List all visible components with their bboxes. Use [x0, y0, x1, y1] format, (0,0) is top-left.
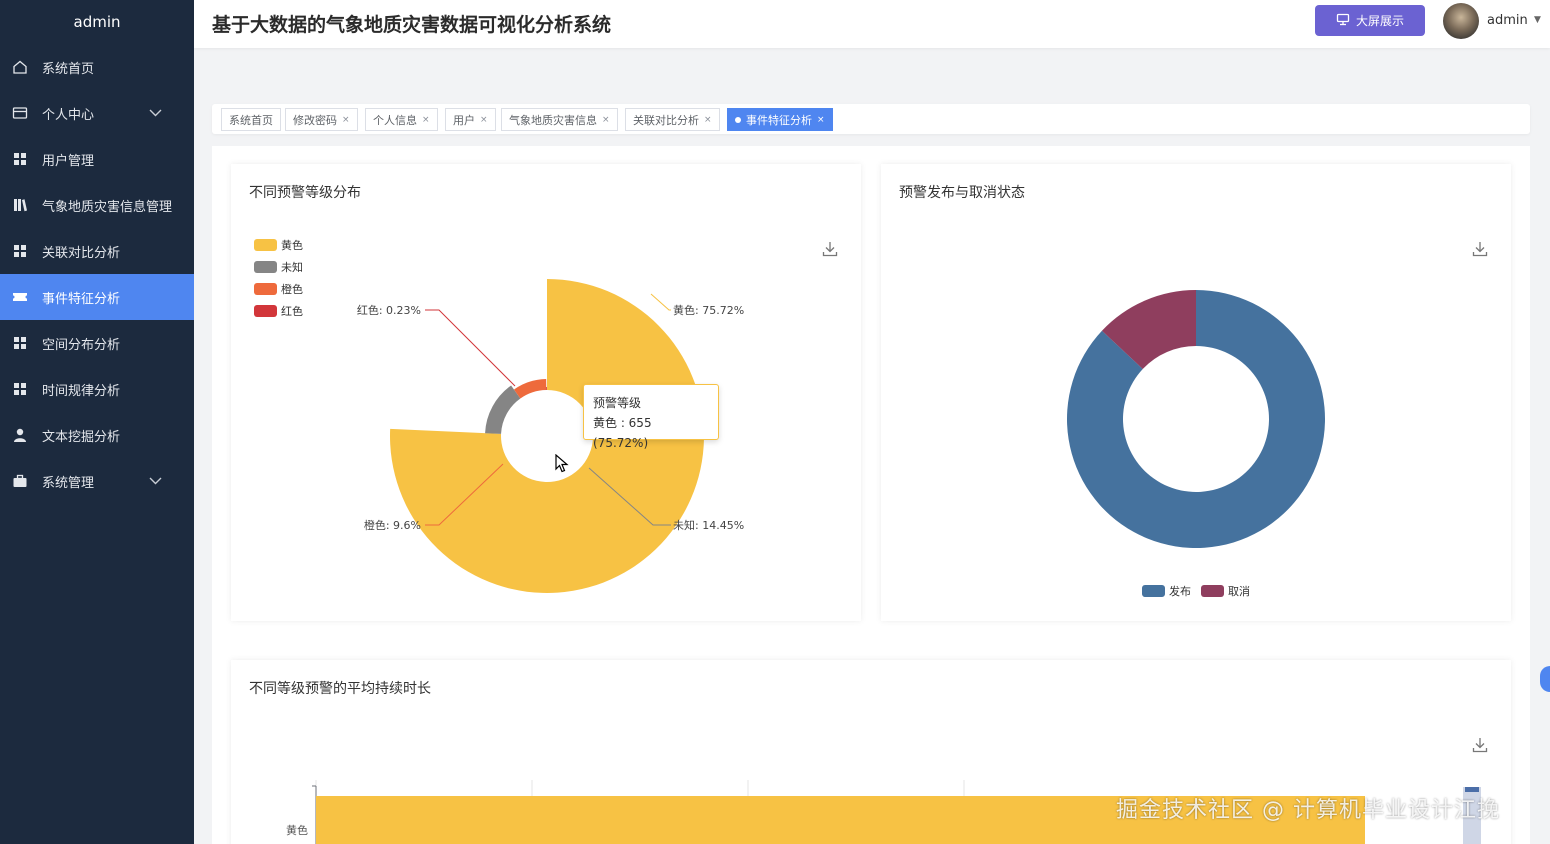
tooltip-title: 预警等级 [593, 396, 642, 410]
warning-status-chart: 发布 取消 [1067, 290, 1325, 598]
grid-icon [12, 243, 28, 259]
close-icon[interactable]: × [704, 115, 712, 125]
tab-tag[interactable]: 修改密码 × [285, 108, 358, 131]
sidebar-item-label: 气象地质灾害信息管理 [42, 199, 173, 215]
tab-tag[interactable]: 关联对比分析 × [625, 108, 720, 131]
sidebar-item-label: 文本挖掘分析 [42, 429, 121, 445]
legend-swatch[interactable] [254, 305, 277, 317]
category-tick-label: 黄色 [286, 823, 308, 837]
main-content: 不同预警等级分布 黄色: 75.72% 未知: 14.45% 橙色: 9.6% 红色:… [212, 146, 1530, 844]
sidebar-item[interactable]: 用户管理 [0, 136, 194, 182]
sidebar-item-label: 时间规律分析 [42, 383, 121, 399]
sidebar-item[interactable]: 时间规律分析 [0, 366, 194, 412]
tag-label: 气象地质灾害信息 [509, 113, 597, 127]
tooltip-text: 黄色 : 655 (75.72%) [593, 416, 652, 450]
sidebar-item-label: 个人中心 [42, 107, 95, 123]
bigscreen-button[interactable]: 大屏展示 [1315, 5, 1425, 36]
tag-label: 事件特征分析 [746, 113, 812, 127]
legend-label[interactable]: 发布 [1169, 584, 1191, 598]
slice-label: 橙色: 9.6% [364, 518, 421, 532]
tag-label: 系统首页 [229, 113, 273, 127]
warning-status-card: 预警发布与取消状态 发布 取消 [881, 164, 1511, 621]
slice-label: 未知: 14.45% [673, 518, 744, 532]
close-icon[interactable]: × [817, 115, 825, 125]
sidebar-item[interactable]: 关联对比分析 [0, 228, 194, 274]
sidebar-item-label: 用户管理 [42, 153, 95, 169]
sidebar-item-label: 空间分布分析 [42, 337, 121, 353]
legend-swatch[interactable] [254, 283, 277, 295]
bigscreen-label: 大屏展示 [1355, 14, 1404, 28]
legend-label[interactable]: 取消 [1228, 584, 1250, 598]
legend-label[interactable]: 红色 [281, 304, 303, 318]
sidebar-item-label: 系统管理 [42, 475, 95, 491]
tab-tag[interactable]: 气象地质灾害信息 × [501, 108, 618, 131]
app-root: admin 系统首页 个人中心 用户管理 气象地质灾害信息管理 关联对比分析 事件特征分析… [0, 0, 1550, 844]
close-icon[interactable]: × [602, 115, 610, 125]
sidebar-item-label: 关联对比分析 [42, 245, 121, 261]
home-icon [12, 59, 28, 75]
top-header: 基于大数据的气象地质灾害数据可视化分析系统 大屏展示 admin ▼ [194, 0, 1550, 48]
tab-tag[interactable]: 系统首页 [221, 108, 281, 131]
tags-view: 系统首页 修改密码 × 个人信息 × 用户 × 气象地质灾害信息 × 关联对比分析 × 事件特征分析 × [212, 104, 1530, 134]
pie-slice[interactable] [546, 387, 547, 391]
slice-label: 黄色: 75.72% [673, 303, 744, 317]
ticket-icon [12, 289, 28, 305]
drawer-handle[interactable] [1540, 666, 1550, 692]
sidebar-item-label: 系统首页 [42, 61, 95, 77]
sidebar: admin 系统首页个人中心用户管理气象地质灾害信息管理 关联对比分析 事件特征分析… [0, 0, 194, 844]
tab-tag[interactable]: 个人信息 × [365, 108, 438, 131]
caret-down-icon[interactable]: ▼ [1534, 15, 1541, 25]
sidebar-menu: 系统首页个人中心用户管理气象地质灾害信息管理 关联对比分析 事件特征分析 空间分布分析… [0, 44, 194, 504]
sidebar-item[interactable]: 事件特征分析 [0, 274, 194, 320]
sidebar-item[interactable]: 文本挖掘分析 [0, 412, 194, 458]
legend-swatch[interactable] [1201, 585, 1224, 597]
label-leader-line [425, 309, 516, 387]
profile-icon [12, 105, 28, 121]
chart-tooltip: 预警等级 黄色 : 655 (75.72%) [583, 384, 719, 450]
legend-label[interactable]: 橙色 [281, 282, 303, 296]
tag-label: 修改密码 [293, 113, 337, 127]
watermark: 掘金技术社区 @ 计算机毕业设计江挽 [1116, 798, 1500, 823]
pie-slice[interactable] [485, 385, 521, 434]
legend-swatch[interactable] [1142, 585, 1165, 597]
pie-slice[interactable] [513, 379, 547, 399]
monitor-icon [1336, 13, 1350, 29]
close-icon[interactable]: × [342, 115, 350, 125]
active-dot-icon [735, 116, 741, 123]
library-icon [12, 197, 28, 213]
user-icon [12, 427, 28, 443]
briefcase-icon [12, 473, 28, 489]
legend-label[interactable]: 未知 [281, 260, 303, 274]
sidebar-item[interactable]: 空间分布分析 [0, 320, 194, 366]
tab-tag[interactable]: 事件特征分析 × [727, 108, 833, 131]
tag-label: 关联对比分析 [633, 113, 699, 127]
chevron-down-icon [149, 474, 162, 489]
close-icon[interactable]: × [422, 115, 430, 125]
label-leader-line [650, 293, 671, 311]
mouse-cursor-icon [555, 454, 569, 473]
sidebar-item[interactable]: 系统首页 [0, 44, 194, 90]
warning-level-card: 不同预警等级分布 黄色: 75.72% 未知: 14.45% 橙色: 9.6% 红色:… [231, 164, 861, 621]
chevron-down-icon [149, 106, 162, 121]
tag-label: 用户 [453, 113, 475, 127]
sidebar-item[interactable]: 气象地质灾害信息管理 [0, 182, 194, 228]
grid-icon [12, 381, 28, 397]
grid-icon [12, 151, 28, 167]
warning-level-chart: 黄色: 75.72% 未知: 14.45% 橙色: 9.6% 红色: 0.23% 黄色未… [254, 238, 744, 593]
username[interactable]: admin [1487, 13, 1528, 28]
sidebar-item-label: 事件特征分析 [42, 291, 121, 307]
slice-label: 红色: 0.23% [357, 303, 421, 317]
sidebar-item[interactable]: 系统管理 [0, 458, 194, 504]
legend-swatch[interactable] [254, 239, 277, 251]
sidebar-item[interactable]: 个人中心 [0, 90, 194, 136]
tag-label: 个人信息 [373, 113, 417, 127]
system-title: 基于大数据的气象地质灾害数据可视化分析系统 [212, 14, 612, 36]
close-icon[interactable]: × [480, 115, 488, 125]
legend-swatch[interactable] [254, 261, 277, 273]
avatar[interactable] [1443, 3, 1479, 39]
tab-tag[interactable]: 用户 × [445, 108, 496, 131]
grid-icon [12, 335, 28, 351]
sidebar-title: admin [73, 13, 121, 31]
legend-label[interactable]: 黄色 [281, 238, 303, 252]
